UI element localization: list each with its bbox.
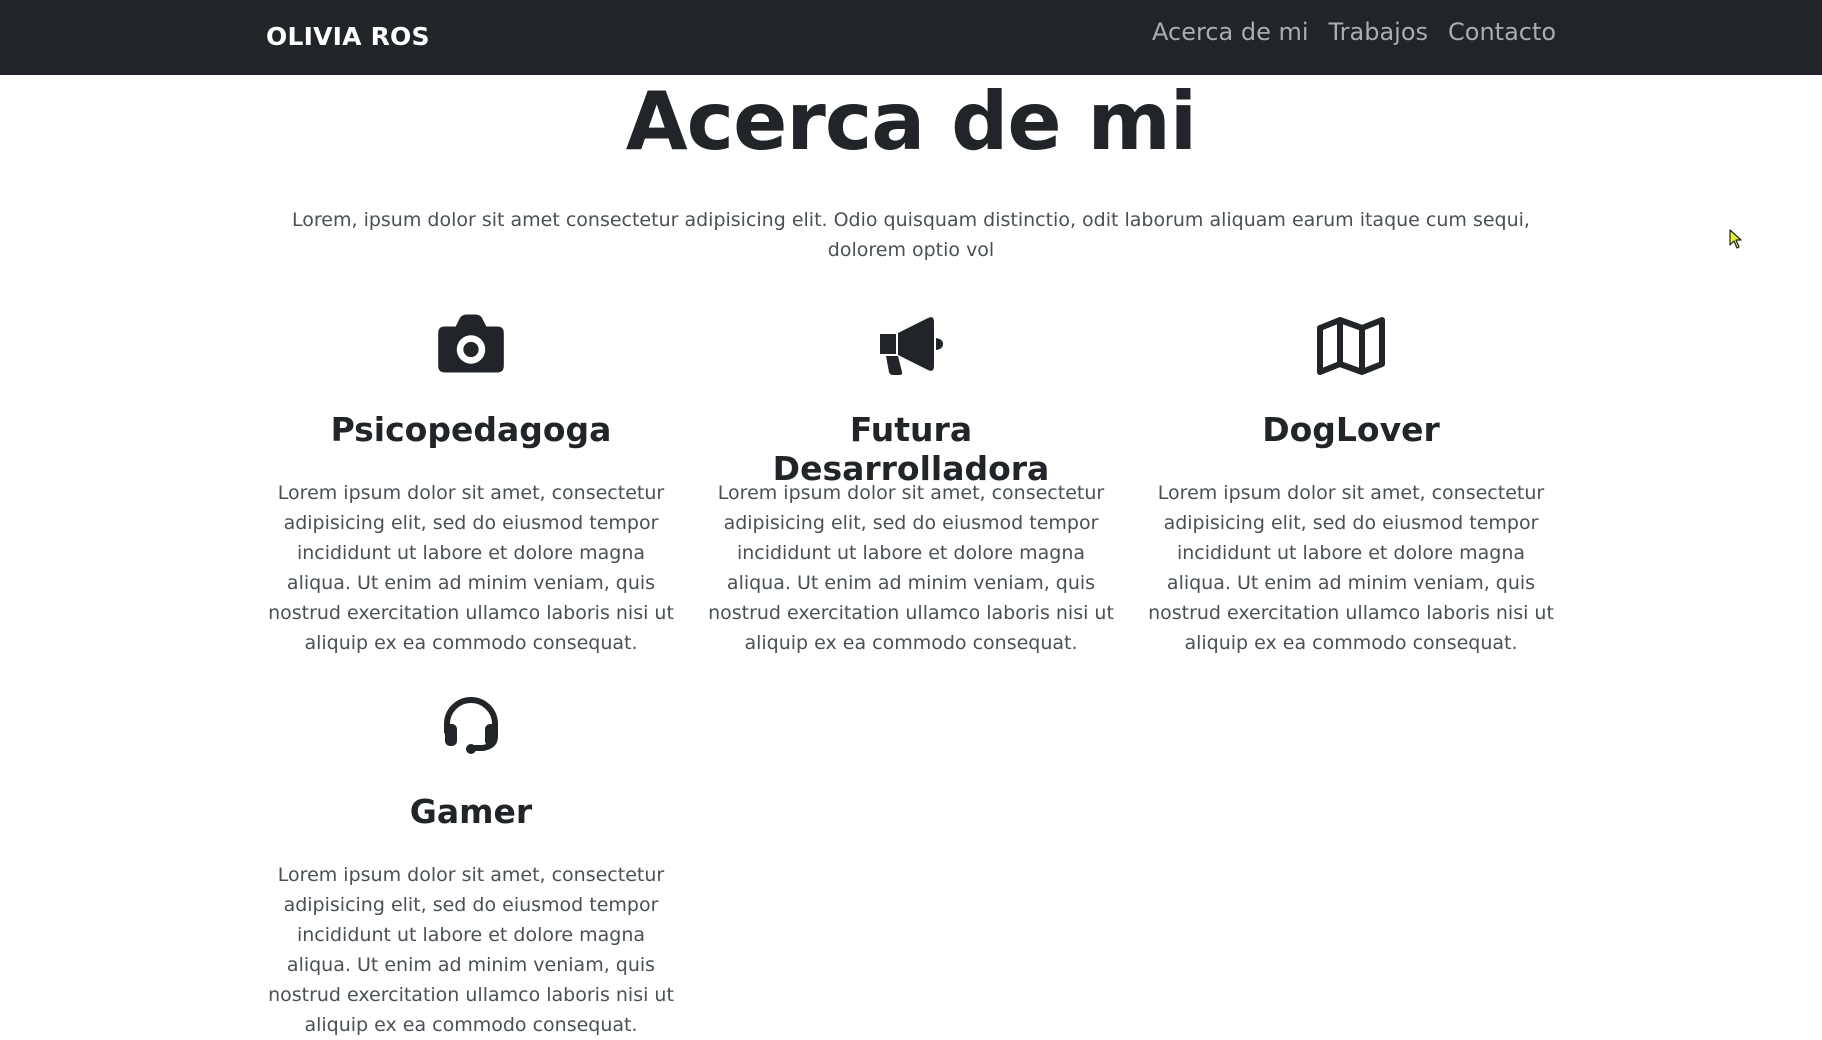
feature-title: Psicopedagoga (330, 410, 612, 449)
nav-link-trabajos[interactable]: Trabajos (1319, 18, 1439, 46)
nav-links: Acerca de mi Trabajos Contacto (1140, 18, 1566, 46)
mouse-cursor-icon (1729, 229, 1742, 249)
feature-text: Lorem ipsum dolor sit amet, consectetur … (268, 864, 674, 1036)
headset-icon (436, 694, 506, 758)
feature-title: Futura Desarrolladora (772, 410, 1050, 488)
intro-text: Lorem, ipsum dolor sit amet consectetur … (292, 209, 1530, 261)
navbar: OLIVIA ROS Acerca de mi Trabajos Contact… (0, 0, 1822, 75)
brand-link[interactable]: OLIVIA ROS (266, 22, 430, 51)
feature-title: DogLover (1262, 410, 1440, 449)
nav-link-contacto[interactable]: Contacto (1438, 18, 1566, 46)
feature-text: Lorem ipsum dolor sit amet, consectetur … (708, 482, 1114, 654)
feature-title: Gamer (409, 792, 533, 831)
feature-text: Lorem ipsum dolor sit amet, consectetur … (268, 482, 674, 654)
map-icon (1316, 314, 1386, 378)
feature-text: Lorem ipsum dolor sit amet, consectetur … (1148, 482, 1554, 654)
page-title: Acerca de mi (625, 75, 1197, 168)
camera-icon (436, 312, 506, 376)
megaphone-icon (876, 312, 946, 376)
nav-link-acerca[interactable]: Acerca de mi (1140, 18, 1319, 46)
